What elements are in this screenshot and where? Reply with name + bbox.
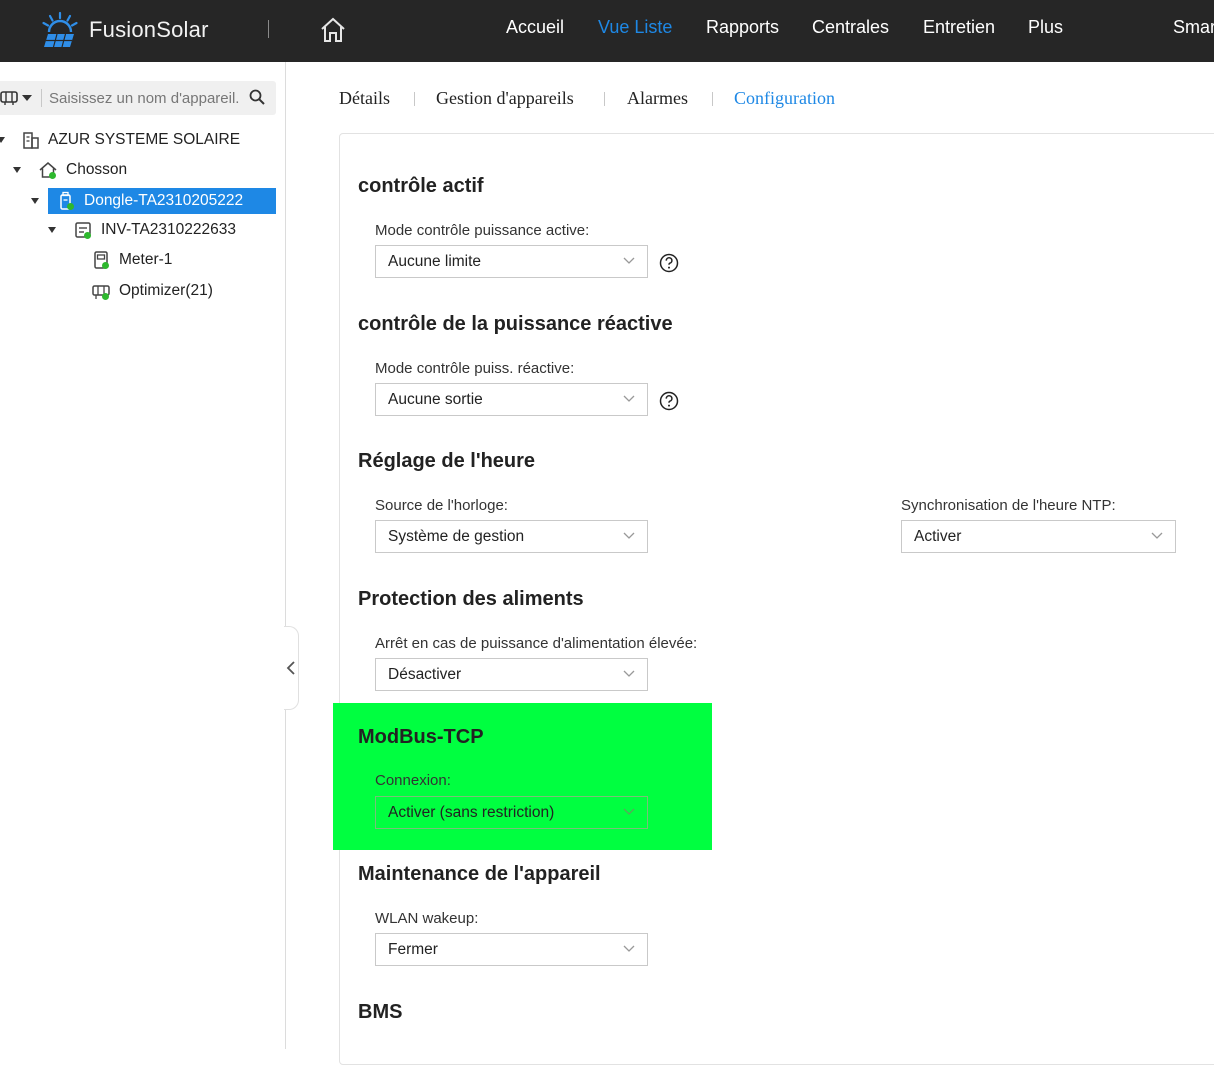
wlan-wakeup-select[interactable]: Fermer: [375, 933, 648, 966]
search-icon[interactable]: [249, 89, 265, 105]
top-navigation-bar: FusionSolar Accueil Vue Liste Rapports C…: [0, 0, 1214, 62]
reactive-power-mode-label: Mode contrôle puiss. réactive:: [375, 360, 575, 377]
modbus-connection-select[interactable]: Activer (sans restriction): [375, 796, 648, 829]
help-icon[interactable]: [659, 253, 679, 273]
high-feed-shutdown-select[interactable]: Désactiver: [375, 658, 648, 691]
chevron-down-icon: [623, 532, 635, 539]
tab-alarmes[interactable]: Alarmes: [627, 88, 688, 109]
online-status-dot: [102, 293, 109, 300]
tree-item-label: Meter-1: [119, 251, 173, 268]
tab-configuration[interactable]: Configuration: [734, 88, 835, 109]
select-value: Activer (sans restriction): [388, 804, 555, 821]
section-title-reactive-control: contrôle de la puissance réactive: [358, 313, 673, 335]
chevron-down-icon: [623, 670, 635, 677]
device-type-dropdown-caret-icon[interactable]: [22, 95, 32, 101]
online-status-dot: [67, 203, 74, 210]
nav-accueil[interactable]: Accueil: [506, 17, 564, 38]
section-title-feed-protection: Protection des aliments: [358, 588, 584, 610]
online-status-dot: [49, 172, 56, 179]
select-value: Aucune sortie: [388, 391, 483, 408]
chevron-down-icon: [623, 945, 635, 952]
device-tree-sidebar: AZUR SYSTEME SOLAIRE Chosson Dongle-TA23…: [0, 62, 286, 1049]
section-title-active-control: contrôle actif: [358, 175, 484, 197]
tab-details[interactable]: Détails: [339, 88, 390, 109]
nav-smart[interactable]: Smar: [1173, 17, 1214, 38]
tree-expand-caret-icon[interactable]: [48, 227, 56, 233]
active-power-mode-select[interactable]: Aucune limite: [375, 245, 648, 278]
nav-centrales[interactable]: Centrales: [812, 17, 889, 38]
nav-entretien[interactable]: Entretien: [923, 17, 995, 38]
nav-rapports[interactable]: Rapports: [706, 17, 779, 38]
reactive-power-mode-select[interactable]: Aucune sortie: [375, 383, 648, 416]
tab-divider: [414, 92, 415, 106]
help-icon[interactable]: [659, 391, 679, 411]
header-divider: [268, 20, 269, 38]
sidebar-collapse-button[interactable]: [284, 626, 299, 710]
tree-item-azur-systeme-solaire[interactable]: AZUR SYSTEME SOLAIRE: [0, 127, 285, 153]
brand-name: FusionSolar: [89, 17, 209, 42]
high-feed-shutdown-label: Arrêt en cas de puissance d'alimentation…: [375, 635, 698, 652]
tree-item-label: INV-TA2310222633: [101, 221, 237, 238]
search-divider: [41, 89, 42, 107]
tree-expand-caret-icon[interactable]: [31, 198, 39, 204]
building-icon: [23, 132, 39, 149]
device-search-input[interactable]: [49, 87, 245, 109]
chevron-down-icon: [623, 257, 635, 264]
device-type-icon[interactable]: [0, 90, 18, 106]
tree-item-label: Chosson: [66, 161, 128, 178]
online-status-dot: [84, 232, 91, 239]
section-title-modbus-tcp: ModBus-TCP: [358, 726, 484, 748]
modbus-connection-label: Connexion:: [375, 772, 451, 789]
tree-item-label: Optimizer(21): [119, 282, 213, 299]
clock-source-select[interactable]: Système de gestion: [375, 520, 648, 553]
select-value: Fermer: [388, 941, 438, 958]
tree-item-chosson[interactable]: Chosson: [0, 157, 285, 183]
chevron-down-icon: [623, 808, 635, 815]
tree-item-meter[interactable]: Meter-1: [0, 247, 285, 273]
ntp-sync-select[interactable]: Activer: [901, 520, 1176, 553]
nav-vue-liste[interactable]: Vue Liste: [598, 17, 672, 38]
tree-item-label: Dongle-TA2310205222: [84, 192, 244, 209]
section-title-maintenance: Maintenance de l'appareil: [358, 863, 601, 885]
tree-item-dongle[interactable]: Dongle-TA2310205222: [0, 188, 285, 214]
tree-item-optimizer[interactable]: Optimizer(21): [0, 278, 285, 304]
section-title-bms: BMS: [358, 1001, 403, 1023]
tree-expand-caret-icon[interactable]: [0, 137, 5, 143]
select-value: Système de gestion: [388, 528, 525, 545]
chevron-down-icon: [623, 395, 635, 402]
section-title-time-setting: Réglage de l'heure: [358, 450, 536, 472]
select-value: Désactiver: [388, 666, 462, 683]
nav-plus[interactable]: Plus: [1028, 17, 1063, 38]
tree-expand-caret-icon[interactable]: [13, 167, 21, 173]
chevron-down-icon: [1151, 532, 1163, 539]
ntp-sync-label: Synchronisation de l'heure NTP:: [901, 497, 1116, 514]
clock-source-label: Source de l'horloge:: [375, 497, 508, 514]
tree-item-inverter[interactable]: INV-TA2310222633: [0, 217, 285, 243]
chevron-left-icon: [286, 661, 295, 675]
online-status-dot: [102, 262, 109, 269]
select-value: Activer: [914, 528, 962, 545]
fusionsolar-logo-icon: [42, 11, 78, 48]
tree-item-label: AZUR SYSTEME SOLAIRE: [48, 131, 241, 148]
wlan-wakeup-label: WLAN wakeup:: [375, 910, 479, 927]
active-power-mode-label: Mode contrôle puissance active:: [375, 222, 590, 239]
home-icon[interactable]: [319, 16, 347, 44]
device-search-box: [0, 81, 276, 115]
tab-divider: [712, 92, 713, 106]
tab-divider: [604, 92, 605, 106]
select-value: Aucune limite: [388, 253, 482, 270]
tab-gestion-appareils[interactable]: Gestion d'appareils: [436, 88, 574, 109]
